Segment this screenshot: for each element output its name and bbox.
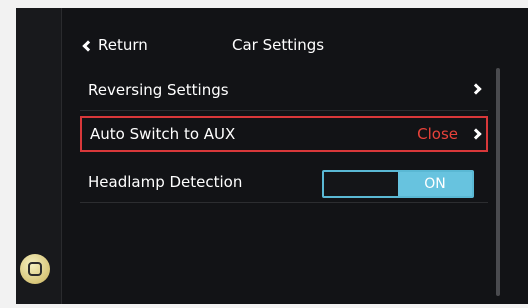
page-title: Car Settings xyxy=(232,36,325,54)
return-button[interactable]: Return xyxy=(82,36,148,54)
row-divider xyxy=(80,202,488,203)
reversing-settings-label: Reversing Settings xyxy=(88,81,229,99)
toggle-on-segment[interactable]: ON xyxy=(398,172,472,196)
auto-switch-aux-value: Close xyxy=(417,125,458,143)
chevron-right-icon xyxy=(470,83,482,95)
headlamp-detection-toggle[interactable]: ON xyxy=(322,170,474,198)
scrollbar[interactable] xyxy=(496,68,500,296)
toggle-off-segment[interactable] xyxy=(324,172,398,196)
home-button[interactable] xyxy=(20,254,50,284)
chevron-right-icon xyxy=(470,128,482,140)
row-divider xyxy=(80,110,488,111)
chevron-left-icon xyxy=(82,39,94,52)
left-sidebar xyxy=(16,8,62,304)
headlamp-detection-row: Headlamp Detection ON xyxy=(80,164,488,200)
auto-switch-aux-row[interactable]: Auto Switch to AUX Close xyxy=(80,116,488,152)
headlamp-detection-label: Headlamp Detection xyxy=(88,173,243,191)
home-icon xyxy=(28,262,42,276)
reversing-settings-row[interactable]: Reversing Settings xyxy=(80,72,488,108)
return-label: Return xyxy=(98,36,148,54)
auto-switch-aux-label: Auto Switch to AUX xyxy=(90,125,236,143)
header-bar: Return Car Settings xyxy=(76,36,476,62)
car-display-screen: Return Car Settings Reversing Settings A… xyxy=(16,8,528,304)
